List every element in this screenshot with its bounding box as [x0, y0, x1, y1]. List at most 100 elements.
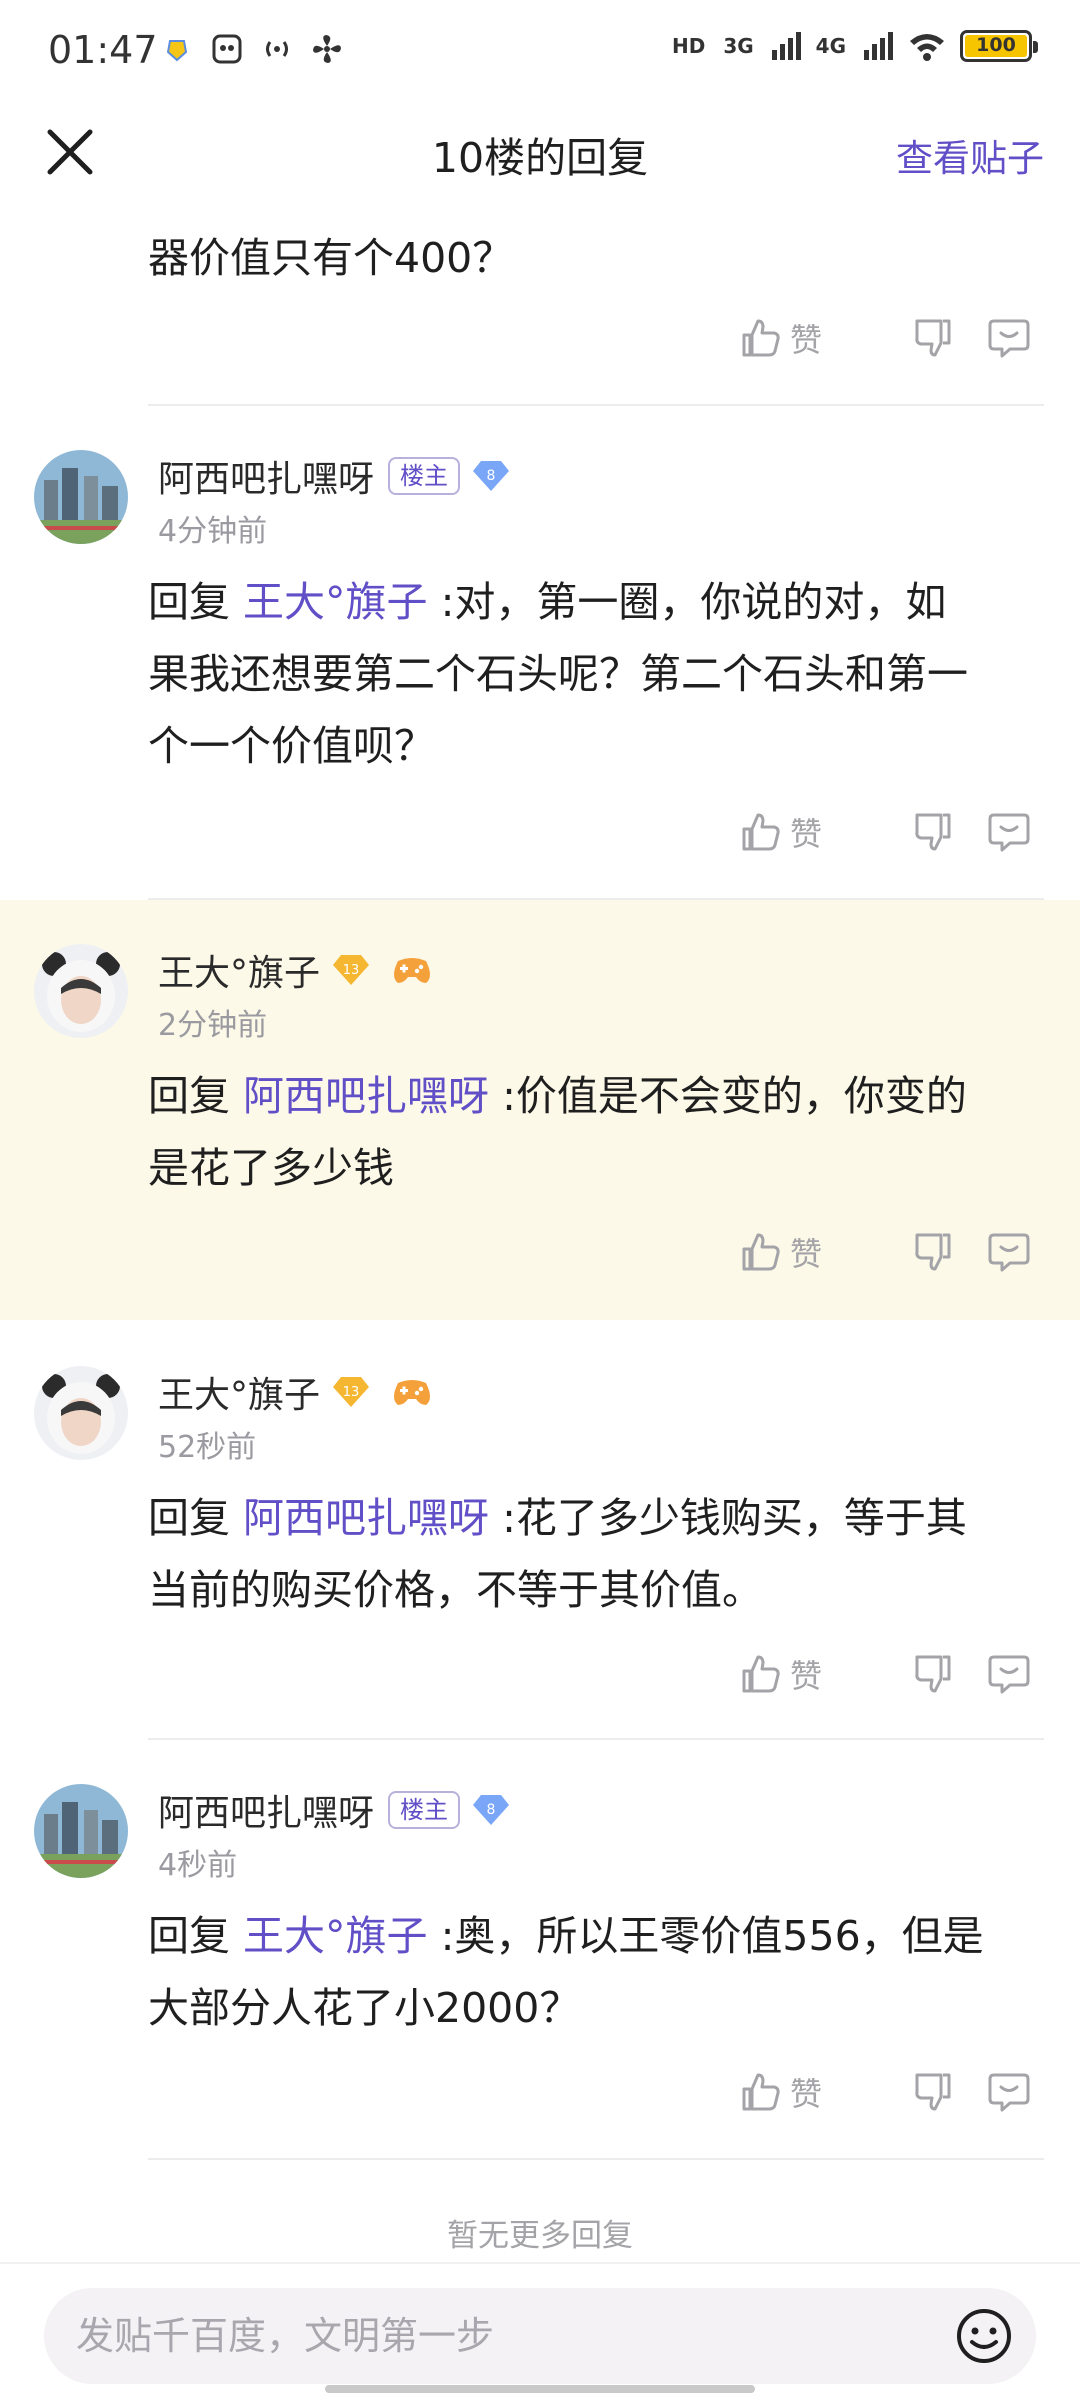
- avatar[interactable]: [34, 944, 128, 1038]
- reply-prefix: 回复: [148, 1912, 244, 1960]
- mention-link[interactable]: 阿西吧扎嘿呀: [243, 1494, 489, 1542]
- username-row: 阿西吧扎嘿呀 楼主 8: [158, 450, 510, 502]
- reply-item-highlighted: 王大°旗子 13 2分钟前 回复 阿西吧扎嘿呀 :价值是不会变的，你变的 是花了…: [0, 900, 1080, 1320]
- comment-icon: [988, 1655, 1030, 1694]
- like-label: 赞: [790, 815, 823, 853]
- username[interactable]: 王大°旗子: [158, 1366, 320, 1418]
- like-button[interactable]: 赞: [738, 1222, 878, 1282]
- network-3g-label: 3G: [723, 34, 754, 58]
- thumbs-up-icon: [742, 813, 780, 851]
- reply-item: 阿西吧扎嘿呀 楼主 8 4分钟前 回复 王大°旗子 :对，第一圈，你说的对，如 …: [0, 406, 1080, 896]
- mention-link[interactable]: 王大°旗子: [243, 1912, 428, 1960]
- comment-button[interactable]: [986, 308, 1032, 368]
- username-row: 王大°旗子 13: [158, 1366, 434, 1418]
- reply-prefix: 回复: [148, 1072, 244, 1120]
- thumbs-down-icon: [915, 2073, 951, 2111]
- dislike-button[interactable]: [878, 802, 986, 862]
- like-button[interactable]: 赞: [738, 308, 878, 368]
- reply-text: :对，第一圈，你说的对，如: [427, 578, 947, 626]
- comment-icon: [988, 1233, 1030, 1272]
- reply-text: 果我还想要第二个石头呢？第二个石头和第一: [148, 650, 968, 698]
- thumbs-up-icon: [742, 2073, 780, 2111]
- like-label: 赞: [790, 321, 823, 359]
- comment-icon: [988, 319, 1030, 358]
- avatar[interactable]: [34, 450, 128, 544]
- thumbs-up-icon: [742, 319, 780, 357]
- battery-indicator: 100: [960, 30, 1038, 62]
- avatar[interactable]: [34, 1784, 128, 1878]
- avatar[interactable]: [34, 1366, 128, 1460]
- reply-item: 阿西吧扎嘿呀 楼主 8 4秒前 回复 王大°旗子 :奥，所以王零价值556，但是…: [0, 1740, 1080, 2160]
- svg-text:13: 13: [343, 963, 360, 978]
- reply-prefix: 回复: [148, 1494, 244, 1542]
- panda-hood-avatar-image: [34, 1366, 128, 1460]
- comment-button[interactable]: [986, 1644, 1032, 1704]
- username[interactable]: 王大°旗子: [158, 944, 320, 996]
- hd-label: HD: [671, 34, 706, 58]
- reply-actions: 赞: [738, 2062, 1032, 2122]
- reply-actions: 赞: [738, 1222, 1032, 1282]
- view-post-link[interactable]: 查看贴子: [896, 128, 1044, 182]
- diamond-level-icon: 8: [473, 461, 510, 491]
- reply-item: 王大°旗子 13 52秒前 回复 阿西吧扎嘿呀 :花了多少钱购买，等于其 当前的…: [0, 1322, 1080, 1740]
- game-controller-icon: [394, 958, 431, 983]
- diamond-level-icon: 13: [333, 955, 370, 985]
- reply-text: 个一个价值呗？: [148, 722, 435, 770]
- game-controller-icon: [394, 1380, 431, 1405]
- emoji-icon[interactable]: [954, 2306, 1014, 2366]
- like-button[interactable]: 赞: [738, 1644, 878, 1704]
- reply-content: 回复 王大°旗子 :奥，所以王零价值556，但是 大部分人花了小2000？: [148, 1900, 1040, 2044]
- dislike-button[interactable]: [878, 308, 986, 368]
- status-time: 01:47: [48, 28, 158, 72]
- compose-box[interactable]: [44, 2288, 1036, 2384]
- reply-actions: 赞: [738, 1644, 1032, 1704]
- thumbs-down-icon: [915, 319, 951, 357]
- username-row: 王大°旗子 13: [158, 944, 434, 996]
- status-bar: 01:47 HD 3G 4G 100: [0, 0, 1080, 100]
- username-row: 阿西吧扎嘿呀 楼主 8: [158, 1784, 510, 1836]
- dislike-button[interactable]: [878, 2062, 986, 2122]
- reply-prefix: 回复: [148, 578, 244, 626]
- diamond-level-icon: 8: [473, 1795, 510, 1825]
- like-label: 赞: [790, 1657, 823, 1695]
- mention-link[interactable]: 阿西吧扎嘿呀: [243, 1072, 489, 1120]
- like-button[interactable]: 赞: [738, 2062, 878, 2122]
- wifi-icon: [910, 34, 944, 61]
- username[interactable]: 阿西吧扎嘿呀: [158, 1784, 374, 1836]
- panda-hood-avatar-image: [34, 944, 128, 1038]
- reply-text: 是花了多少钱: [148, 1144, 394, 1192]
- svg-text:8: 8: [487, 468, 496, 484]
- like-label: 赞: [790, 2075, 823, 2113]
- fan-icon: [313, 35, 341, 63]
- thumbs-down-icon: [915, 1233, 951, 1271]
- reply-actions: 赞: [738, 802, 1032, 862]
- previous-reply-tail: 器价值只有个400？: [148, 234, 514, 282]
- battery-tip: [1033, 41, 1038, 53]
- comment-button[interactable]: [986, 802, 1032, 862]
- dislike-button[interactable]: [878, 1644, 986, 1704]
- comment-button[interactable]: [986, 2062, 1032, 2122]
- hotspot-icon: [266, 41, 288, 57]
- reply-content: 回复 王大°旗子 :对，第一圈，你说的对，如 果我还想要第二个石头呢？第二个石头…: [148, 566, 1040, 782]
- username[interactable]: 阿西吧扎嘿呀: [158, 450, 374, 502]
- screen-record-icon: [212, 34, 242, 64]
- comment-icon: [988, 2073, 1030, 2112]
- dislike-button[interactable]: [878, 1222, 986, 1282]
- thumbs-up-icon: [742, 1233, 780, 1271]
- header: 10楼的回复 查看贴子: [0, 100, 1080, 205]
- mention-link[interactable]: 王大°旗子: [243, 578, 428, 626]
- like-button[interactable]: 赞: [738, 802, 878, 862]
- owner-badge: 楼主: [388, 457, 461, 495]
- reply-text: :奥，所以王零价值556，但是: [427, 1912, 984, 1960]
- app-notification-icon: [166, 40, 188, 62]
- notification-icons: [160, 32, 344, 66]
- home-indicator[interactable]: [325, 2385, 755, 2393]
- compose-input[interactable]: [76, 2288, 956, 2384]
- like-label: 赞: [790, 1235, 823, 1273]
- thumbs-down-icon: [915, 1655, 951, 1693]
- comment-button[interactable]: [986, 1222, 1032, 1282]
- signal-icon: [771, 32, 801, 60]
- reply-text: :价值是不会变的，你变的: [489, 1072, 967, 1120]
- signal-icon: [864, 32, 893, 60]
- reply-time: 4秒前: [158, 1848, 238, 1883]
